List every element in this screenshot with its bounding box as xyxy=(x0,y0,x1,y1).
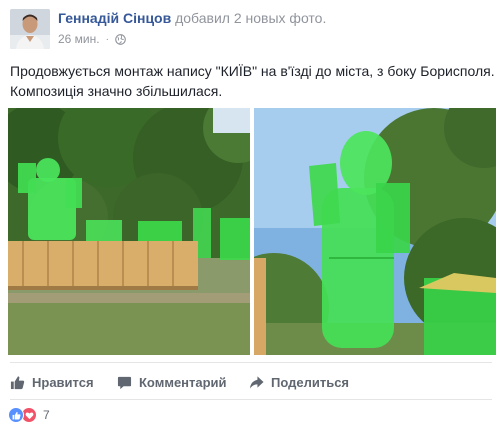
divider xyxy=(10,399,492,400)
post-action-text: добавил 2 новых фото. xyxy=(175,10,327,26)
comment-label: Комментарий xyxy=(139,374,227,390)
thumbs-up-icon xyxy=(10,375,25,389)
post-text-line: Композиція значно збільшилася. xyxy=(10,83,223,99)
post-headline: Геннадій Сінцов добавил 2 новых фото. xyxy=(58,10,326,26)
comment-button[interactable]: Комментарий xyxy=(117,366,227,398)
post-header: Геннадій Сінцов добавил 2 новых фото. 26… xyxy=(10,7,490,51)
comment-icon xyxy=(117,376,132,389)
meta-separator: · xyxy=(105,33,109,45)
share-arrow-icon xyxy=(249,375,264,389)
reaction-count[interactable]: 7 xyxy=(43,408,50,422)
like-icon xyxy=(8,407,24,423)
like-button[interactable]: Нравится xyxy=(10,366,94,398)
photo-2[interactable] xyxy=(254,108,496,355)
author-name[interactable]: Геннадій Сінцов xyxy=(58,10,171,26)
facebook-post: Геннадій Сінцов добавил 2 новых фото. 26… xyxy=(0,0,502,432)
photo-1[interactable] xyxy=(8,108,250,355)
globe-icon[interactable] xyxy=(115,33,126,45)
like-label: Нравится xyxy=(32,374,94,390)
post-text-line: Продовжується монтаж напису "КИЇВ" на в'… xyxy=(10,63,495,79)
reactions-summary[interactable]: 7 xyxy=(8,405,50,425)
post-text: Продовжується монтаж напису "КИЇВ" на в'… xyxy=(10,61,495,101)
divider xyxy=(10,362,492,363)
post-meta: 26 мин. · xyxy=(58,32,126,46)
share-label: Поделиться xyxy=(271,374,350,390)
action-bar: Нравится Комментарий Поделиться xyxy=(0,366,502,398)
photo-grid xyxy=(8,108,496,355)
avatar[interactable] xyxy=(10,9,50,49)
share-button[interactable]: Поделиться xyxy=(249,366,349,398)
post-timestamp[interactable]: 26 мин. xyxy=(58,32,100,46)
